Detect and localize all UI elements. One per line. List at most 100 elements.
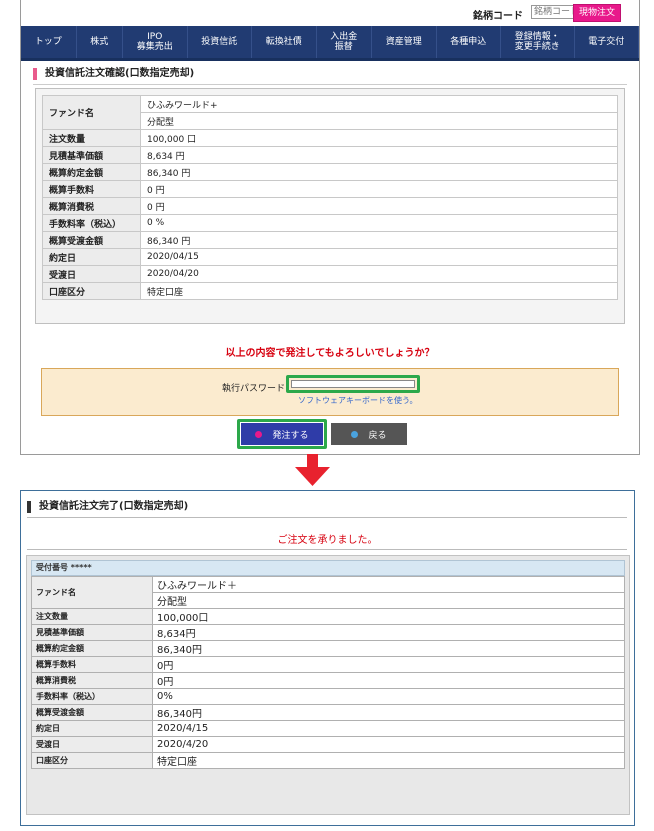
table-row: 概算受渡金額 86,340 円 xyxy=(42,231,618,249)
nav-item[interactable]: 転換社債 xyxy=(252,26,317,58)
top-bar: 銘柄コード 現物注文 xyxy=(21,0,639,26)
page-title: 投資信託注文完了(口数指定売却) xyxy=(27,501,188,513)
confirmation-question: 以上の内容で発注してもよろしいでしょうか？ xyxy=(225,348,435,359)
row-value: 86,340円 xyxy=(152,704,625,721)
row-value: 特定口座 xyxy=(152,752,625,769)
fund-type-value: 分配型 xyxy=(140,112,618,130)
row-value: 86,340円 xyxy=(152,640,625,657)
row-value: 0 円 xyxy=(140,197,618,215)
row-label: 手数料率（税込） xyxy=(31,688,153,705)
bullet-icon xyxy=(351,430,359,438)
row-value: 2020/4/20 xyxy=(152,736,625,753)
row-label: 概算手数料 xyxy=(31,656,153,673)
arrow-shaft xyxy=(307,454,318,468)
table-row: 注文数量 100,000口 xyxy=(31,608,625,625)
row-value: 0 % xyxy=(140,214,618,232)
row-label: 見積基準価額 xyxy=(31,624,153,641)
table-row: 概算消費税 0 円 xyxy=(42,197,618,215)
nav-item[interactable]: 各種申込 xyxy=(437,26,501,58)
row-label: 概算受渡金額 xyxy=(31,704,153,721)
table-row: 概算消費税 0円 xyxy=(31,672,625,689)
row-label: 約定日 xyxy=(42,248,141,266)
place-order-button[interactable]: 発注する xyxy=(241,423,323,445)
row-value: 2020/04/15 xyxy=(140,248,618,266)
row-value: 8,634円 xyxy=(152,624,625,641)
page-title: 投資信託注文確認(口数指定売却) xyxy=(33,68,194,80)
table-row: 注文数量 100,000 口 xyxy=(42,129,618,147)
place-order-label: 発注する xyxy=(272,430,309,441)
row-label: 手数料率（税込） xyxy=(42,214,141,232)
back-label: 戻る xyxy=(368,430,387,441)
arrow-head xyxy=(295,467,330,486)
nav-item[interactable]: 株式 xyxy=(77,26,123,58)
nav-item[interactable]: 投資信託 xyxy=(188,26,252,58)
title-divider xyxy=(27,517,627,518)
nav-item[interactable]: 資産管理 xyxy=(372,26,437,58)
password-field-highlight xyxy=(286,375,420,393)
nav-item[interactable]: 電子交付 xyxy=(575,26,639,58)
fund-name-label: ファンド名 xyxy=(42,95,141,130)
order-detail-table: ファンド名 ひふみワールド+ 分配型 注文数量 100,000 口 見積基準価額 8… xyxy=(42,95,618,300)
receipt-number: 受付番号 ***** xyxy=(31,560,625,576)
row-value: 0円 xyxy=(152,672,625,689)
fund-type-value: 分配型 xyxy=(152,592,625,609)
fund-name-value: ひふみワールド＋ xyxy=(152,576,625,593)
table-row: 手数料率（税込） 0% xyxy=(31,688,625,705)
table-row: 約定日 2020/04/15 xyxy=(42,248,618,266)
table-row: ファンド名 ひふみワールド＋ xyxy=(31,576,625,609)
row-label: 概算手数料 xyxy=(42,180,141,198)
spot-order-button[interactable]: 現物注文 xyxy=(573,4,621,22)
table-row: 概算受渡金額 86,340円 xyxy=(31,704,625,721)
row-value: 0 円 xyxy=(140,180,618,198)
row-label: 注文数量 xyxy=(31,608,153,625)
table-row: 見積基準価額 8,634 円 xyxy=(42,146,618,164)
table-row: 手数料率（税込） 0 % xyxy=(42,214,618,232)
table-row: 概算手数料 0 円 xyxy=(42,180,618,198)
title-divider xyxy=(33,84,627,85)
table-row: 受渡日 2020/04/20 xyxy=(42,265,618,283)
order-confirmation-screenshot: 銘柄コード 現物注文 トップ 株式 IPO 募集売出 投資信託 転換社債 入出金… xyxy=(20,0,640,455)
row-label: 口座区分 xyxy=(31,752,153,769)
row-label: 概算受渡金額 xyxy=(42,231,141,249)
row-value: 特定口座 xyxy=(140,282,618,300)
password-label: 執行パスワード xyxy=(222,384,286,394)
row-label: 概算約定金額 xyxy=(31,640,153,657)
row-value: 100,000口 xyxy=(152,608,625,625)
password-input[interactable] xyxy=(291,380,415,388)
row-value: 2020/4/15 xyxy=(152,720,625,737)
nav-item[interactable]: 入出金 振替 xyxy=(317,26,372,58)
row-label: 概算約定金額 xyxy=(42,163,141,181)
row-label: 概算消費税 xyxy=(31,672,153,689)
software-keyboard-link[interactable]: ソフトウェアキーボードを使う。 xyxy=(298,395,418,406)
table-row: ファンド名 ひふみワールド+ xyxy=(42,95,618,130)
order-complete-screenshot: 投資信託注文完了(口数指定売却) ご注文を承りました。 受付番号 ***** フ… xyxy=(20,490,635,826)
table-row: 口座区分 特定口座 xyxy=(42,282,618,300)
table-row: 概算約定金額 86,340円 xyxy=(31,640,625,657)
bullet-icon xyxy=(255,430,263,438)
row-label: 口座区分 xyxy=(42,282,141,300)
back-button[interactable]: 戻る xyxy=(331,423,407,445)
table-row: 約定日 2020/4/15 xyxy=(31,720,625,737)
row-value: 86,340 円 xyxy=(140,163,618,181)
row-label: 概算消費税 xyxy=(42,197,141,215)
order-result-table: ファンド名 ひふみワールド＋ 分配型 注文数量 100,000口 見積基準価額 8,… xyxy=(31,576,625,769)
stock-code-label: 銘柄コード xyxy=(473,11,523,22)
nav-item[interactable]: 登録情報・ 変更手続き xyxy=(501,26,575,58)
nav-item[interactable]: トップ xyxy=(21,26,77,58)
table-row: 概算約定金額 86,340 円 xyxy=(42,163,618,181)
table-row: 受渡日 2020/4/20 xyxy=(31,736,625,753)
password-panel: 執行パスワード ソフトウェアキーボードを使う。 xyxy=(41,368,619,416)
fund-name-value: ひふみワールド+ xyxy=(140,95,618,113)
main-nav: トップ 株式 IPO 募集売出 投資信託 転換社債 入出金 振替 資産管理 各種… xyxy=(21,26,639,61)
row-label: 注文数量 xyxy=(42,129,141,147)
order-detail-panel: ファンド名 ひふみワールド+ 分配型 注文数量 100,000 口 見積基準価額 8… xyxy=(35,88,625,324)
table-row: 口座区分 特定口座 xyxy=(31,752,625,769)
row-label: 見積基準価額 xyxy=(42,146,141,164)
table-row: 概算手数料 0円 xyxy=(31,656,625,673)
fund-name-label: ファンド名 xyxy=(31,576,153,609)
row-value: 86,340 円 xyxy=(140,231,618,249)
nav-item[interactable]: IPO 募集売出 xyxy=(123,26,188,58)
table-row: 見積基準価額 8,634円 xyxy=(31,624,625,641)
row-label: 受渡日 xyxy=(42,265,141,283)
row-value: 100,000 口 xyxy=(140,129,618,147)
